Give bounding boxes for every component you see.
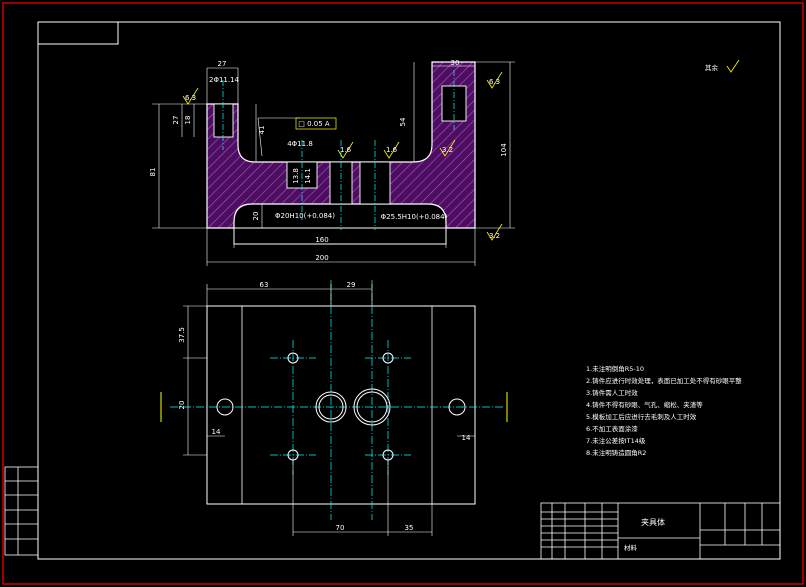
dim-plan-left-low: 14	[212, 428, 221, 436]
dim-right-width: 30	[451, 59, 460, 67]
ra-left-top: 6.3	[185, 94, 196, 102]
base-slot	[233, 227, 447, 245]
dim-bore-right: Φ25.5H10(+0.084)	[381, 213, 448, 221]
dim-bottom-step: 20	[252, 212, 260, 221]
dim-plan-left-upper: 37.5	[178, 327, 186, 343]
note-7: 7.未注公差按IT14级	[586, 436, 646, 445]
dim-top-left-width: 27	[218, 60, 227, 68]
note-2: 2.铸件应进行时效处理，表面已加工处不得有砂眼平整	[586, 376, 742, 385]
note-4: 4.铸件不得有砂眼、气孔、缩松、夹渣等	[586, 400, 703, 409]
ra-right-mid: 3.2	[442, 146, 453, 154]
cad-drawing: 27 2Φ11.14 30 18 27 41 81 54 104 20 160 …	[2, 2, 804, 585]
plan-outline	[206, 305, 476, 505]
dim-center-bore: 4Φ11.8	[287, 140, 313, 148]
note-1: 1.未注明倒角R5-10	[586, 364, 644, 373]
title-part-name: 夹具体	[641, 517, 665, 527]
ra-center-left: 1.6	[340, 146, 352, 154]
ra-right-bottom: 3.2	[489, 232, 500, 240]
dim-slot-depth: 41	[258, 126, 266, 135]
dim-bore-left: Φ20H10(+0.084)	[275, 212, 335, 220]
plan-dimensions	[183, 284, 475, 536]
plan-view	[160, 280, 508, 520]
side-strip-table	[4, 466, 39, 556]
dim-plan-bottom-a: 70	[336, 524, 345, 532]
outer-border	[2, 2, 804, 585]
dim-bore-depth-b: 14.1	[304, 168, 312, 184]
other-roughness-label: 其余	[705, 63, 719, 72]
dim-plan-bottom-b: 35	[405, 524, 414, 532]
dim-left-depth-b: 27	[172, 116, 180, 125]
dim-left-depth-a: 18	[184, 116, 192, 125]
dim-right-depth: 54	[399, 117, 407, 126]
ra-right-top: 6.3	[489, 78, 500, 86]
note-6: 6.不加工表面涂漆	[586, 424, 638, 433]
title-material: 材料	[624, 543, 638, 552]
dim-plan-top-mid: 29	[347, 281, 356, 289]
title-block	[540, 502, 781, 560]
technical-notes: 1.未注明倒角R5-10 2.铸件应进行时效处理，表面已加工处不得有砂眼平整 3…	[586, 364, 742, 457]
dim-plan-top-left: 63	[260, 281, 269, 289]
dim-plan-left-mid: 20	[178, 401, 186, 410]
left-counterbore	[213, 103, 234, 138]
dim-bore-depth-a: 13.8	[292, 168, 300, 184]
dim-inner-width: 160	[315, 236, 328, 244]
note-3: 3.铸件需人工时效	[586, 388, 638, 397]
dim-counterbore-left: 2Φ11.14	[209, 76, 240, 84]
flatness-callout: □ 0.05 A	[298, 120, 330, 128]
dim-right-total: 104	[500, 143, 508, 157]
dim-total-width: 200	[315, 254, 328, 262]
dim-left-total: 81	[149, 168, 157, 177]
plan-dim-text: 63 29 37.5 20 14 14 70 35	[178, 281, 471, 532]
inner-border	[37, 21, 781, 560]
title-corner-box	[37, 21, 119, 45]
note-8: 8.未注明铸造圆角R2	[586, 448, 646, 457]
ra-center-right: 1.6	[386, 146, 398, 154]
dim-plan-right-low: 14	[462, 434, 471, 442]
note-5: 5.模板加工后应进行去毛刺及人工时效	[586, 412, 697, 421]
